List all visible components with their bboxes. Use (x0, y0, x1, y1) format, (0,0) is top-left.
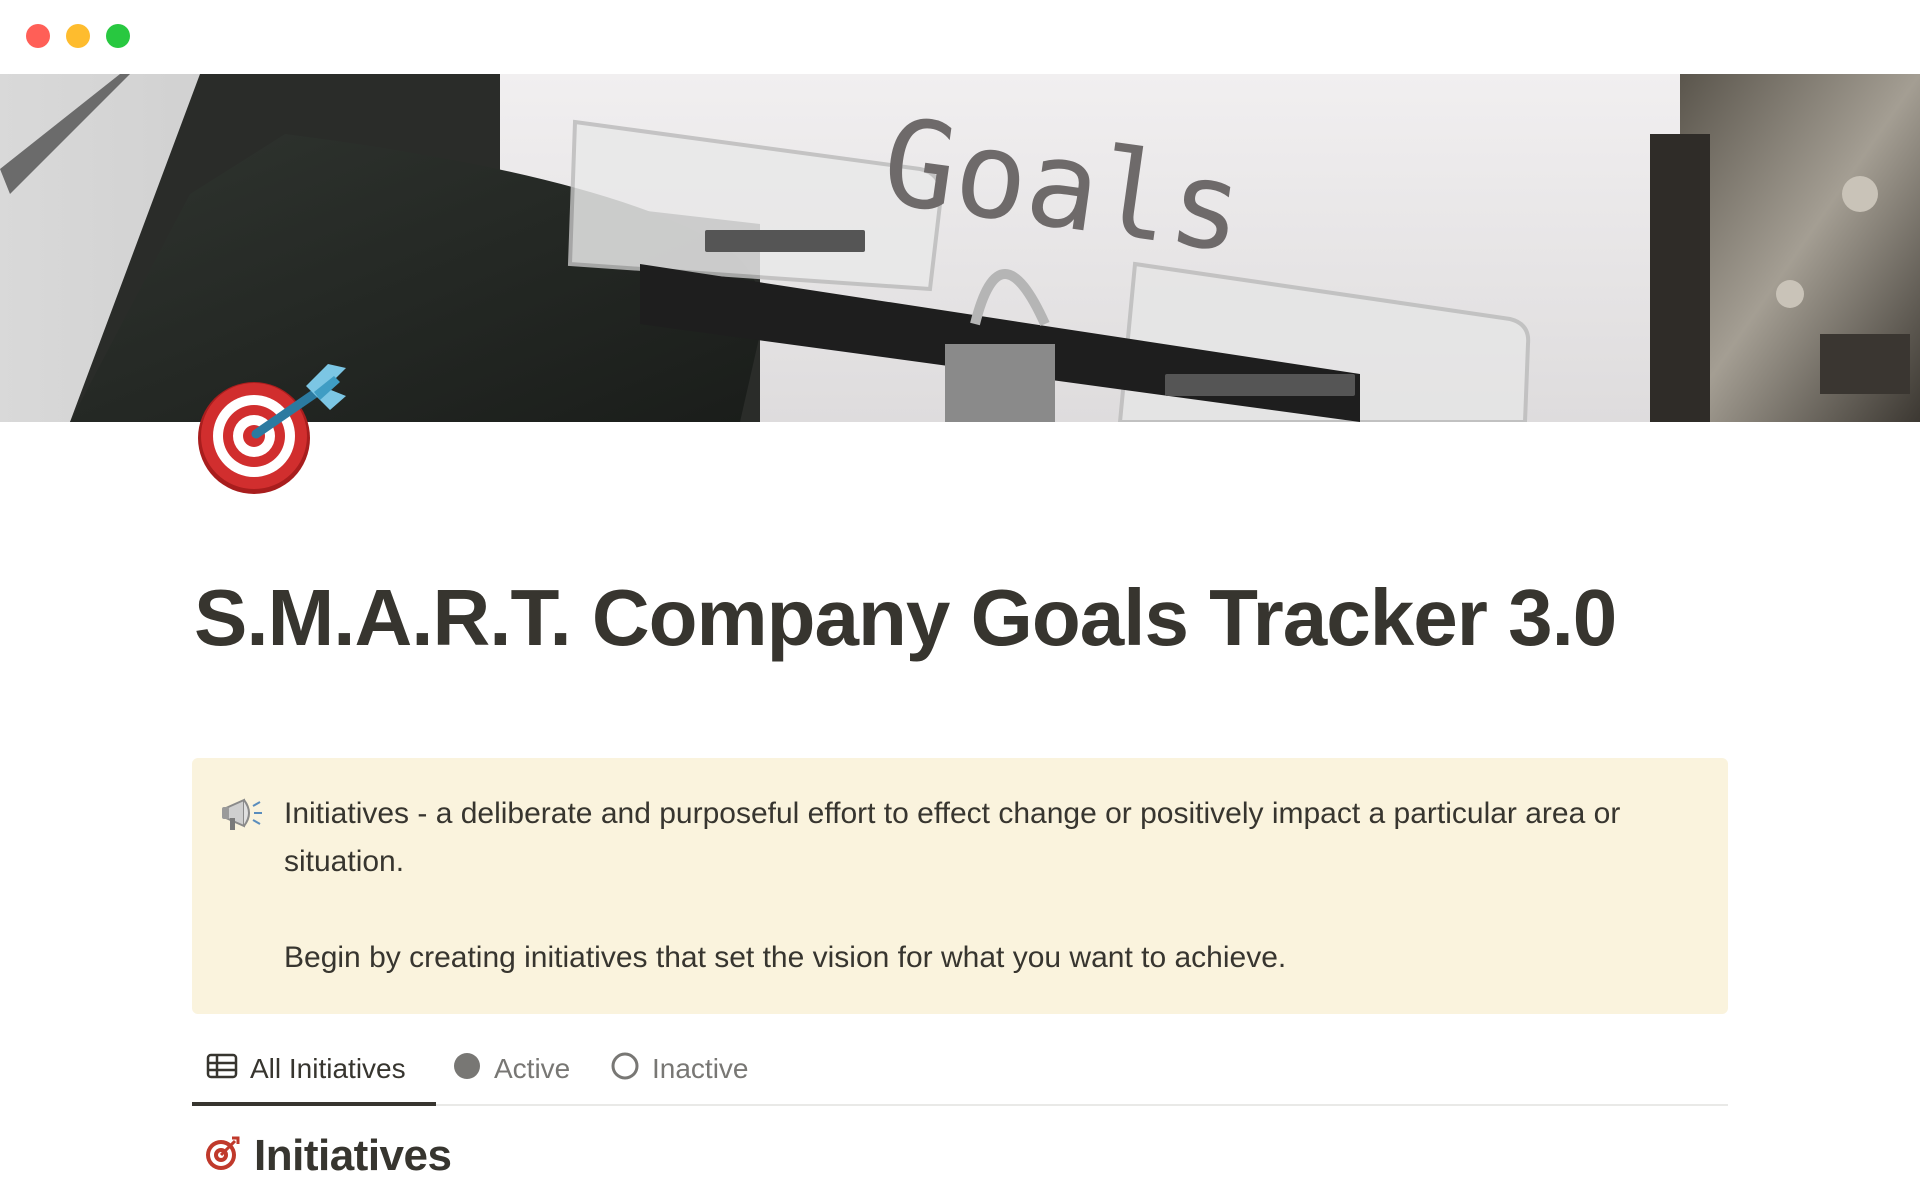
title-bar (0, 0, 1920, 74)
tab-all-initiatives[interactable]: All Initiatives (206, 1036, 406, 1102)
tab-active[interactable]: Active (452, 1036, 570, 1102)
tab-label: Active (494, 1053, 571, 1084)
database-header: Initiatives (204, 1124, 452, 1188)
view-tabs: All Initiatives Active Inactive (192, 1036, 1728, 1106)
tab-label: All Initiatives (250, 1053, 406, 1084)
callout-paragraph-definition: Initiatives - a deliberate and purposefu… (284, 797, 1621, 878)
megaphone-icon[interactable] (220, 792, 264, 836)
table-icon (206, 1053, 238, 1086)
empty-circle-icon (610, 1051, 640, 1088)
filled-circle-icon (452, 1051, 482, 1088)
app-window: Goals S.M.A.R.T. Company Goals Tracker 3… (0, 0, 1920, 1200)
callout-paragraph-instruction: Begin by creating initiatives that set t… (284, 941, 1287, 974)
active-tab-indicator (192, 1102, 436, 1106)
maximize-window-button[interactable] (106, 24, 130, 48)
callout-block[interactable]: Initiatives - a deliberate and purposefu… (192, 758, 1728, 1014)
close-window-button[interactable] (26, 24, 50, 48)
tab-label: Inactive (652, 1053, 749, 1084)
target-icon[interactable] (204, 1136, 240, 1177)
callout-text: Initiatives - a deliberate and purposefu… (284, 790, 1684, 982)
page-title[interactable]: S.M.A.R.T. Company Goals Tracker 3.0 (194, 572, 1617, 664)
database-title[interactable]: Initiatives (254, 1131, 452, 1181)
tab-inactive[interactable]: Inactive (610, 1036, 749, 1102)
minimize-window-button[interactable] (66, 24, 90, 48)
target-dart-icon[interactable] (196, 356, 360, 496)
